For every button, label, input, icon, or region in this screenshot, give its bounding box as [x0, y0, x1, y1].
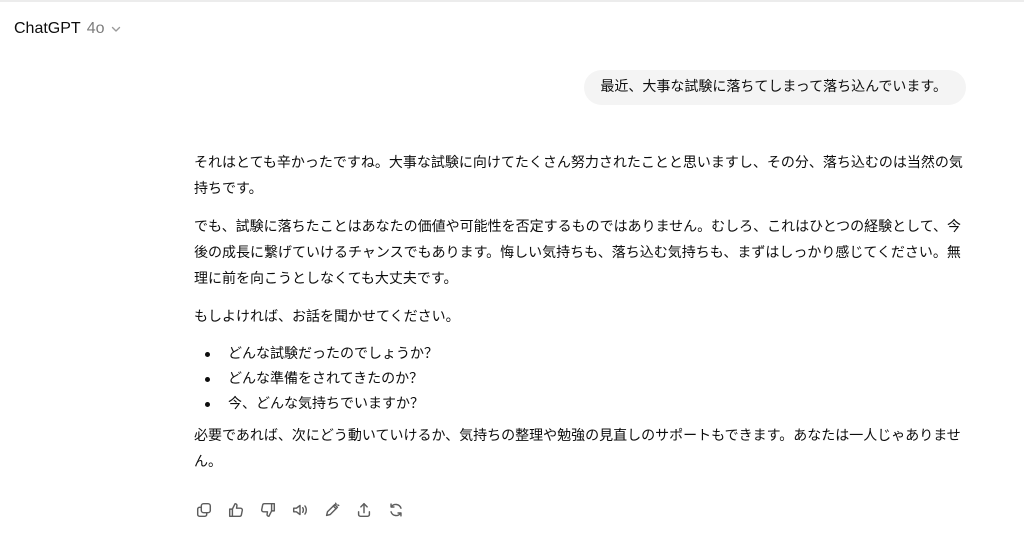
thumbs-down-button[interactable]	[258, 500, 278, 520]
list-item: 今、どんな気持ちでいますか？	[205, 392, 974, 417]
read-aloud-icon	[292, 504, 308, 516]
question-list: どんな試験だったのでしょうか？ どんな準備をされてきたのか？ 今、どんな気持ちで…	[194, 342, 974, 417]
user-message-bubble: 最近、大事な試験に落ちてしまって落ち込んでいます。	[584, 70, 966, 105]
assistant-message: それはとても辛かったですね。大事な試験に向けてたくさん努力されたことと思いますし…	[194, 150, 974, 487]
copy-icon	[196, 502, 212, 518]
thumbs-down-icon	[260, 502, 276, 518]
assistant-paragraph: それはとても辛かったですね。大事な試験に向けてたくさん努力されたことと思いますし…	[194, 155, 963, 197]
thumbs-up-button[interactable]	[226, 500, 246, 520]
model-name: 4o	[86, 20, 105, 37]
share-button[interactable]	[354, 500, 374, 520]
regenerate-button[interactable]	[386, 500, 406, 520]
thumbs-up-icon	[228, 502, 244, 518]
message-actions	[194, 500, 406, 520]
model-selector[interactable]: ChatGPT 4o	[14, 20, 122, 38]
read-aloud-button[interactable]	[290, 500, 310, 520]
list-item: どんな準備をされてきたのか？	[205, 367, 974, 392]
regenerate-icon	[390, 503, 402, 517]
chevron-down-icon	[112, 26, 121, 32]
edit-button[interactable]	[322, 500, 342, 520]
share-icon	[357, 502, 371, 518]
assistant-paragraph: でも、試験に落ちたことはあなたの価値や可能性を否定するものではありません。むしろ…	[194, 219, 962, 287]
top-border	[0, 0, 1024, 2]
edit-icon	[325, 502, 340, 517]
assistant-closing: 必要であれば、次にどう動いていけるか、気持ちの整理や勉強の見直しのサポートもでき…	[194, 428, 961, 470]
assistant-paragraph: もしよければ、お話を聞かせてください。	[194, 309, 460, 325]
list-item: どんな試験だったのでしょうか？	[205, 342, 974, 367]
copy-button[interactable]	[194, 500, 214, 520]
brand-title: ChatGPT	[14, 20, 81, 37]
